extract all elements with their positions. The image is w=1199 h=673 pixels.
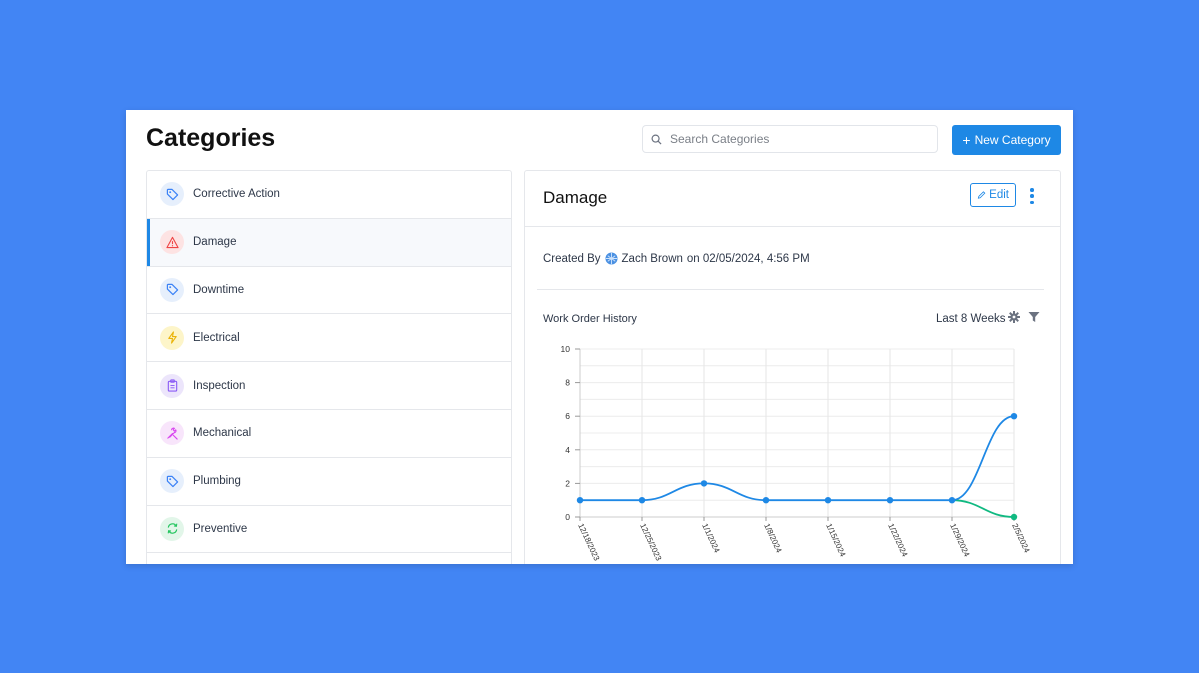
search-input[interactable]: [668, 131, 922, 147]
category-item[interactable]: Corrective Action: [147, 171, 511, 219]
category-item[interactable]: Plumbing: [147, 458, 511, 506]
y-tick-label: 0: [565, 512, 570, 522]
category-label: Electrical: [193, 331, 240, 344]
x-tick-label: 1/15/2024: [824, 522, 847, 559]
created-prefix: Created By: [543, 252, 601, 265]
data-point: [824, 497, 832, 504]
category-label: Downtime: [193, 283, 245, 296]
dot: [1030, 200, 1034, 204]
categories-window: Categories + New Category Corrective Act…: [126, 110, 1073, 564]
created-by-line: Created By Zach Brown on 02/05/2024, 4:5…: [543, 252, 810, 265]
x-tick-label: 2/5/2024: [1010, 522, 1032, 555]
new-category-button[interactable]: + New Category: [952, 125, 1061, 155]
category-item[interactable]: Mechanical: [147, 410, 511, 458]
y-tick-label: 8: [565, 378, 570, 388]
date-range-label[interactable]: Last 8 Weeks: [936, 313, 1005, 325]
data-point: [638, 497, 646, 504]
created-user[interactable]: Zach Brown: [622, 253, 683, 265]
data-point: [576, 497, 584, 504]
new-category-label: New Category: [974, 133, 1051, 147]
x-tick-label: 1/29/2024: [948, 522, 971, 559]
edit-button[interactable]: Edit: [970, 183, 1016, 207]
x-tick-label: 1/8/2024: [762, 522, 784, 555]
plus-icon: +: [962, 132, 971, 148]
wrench-icon: [160, 421, 184, 446]
category-item[interactable]: Downtime: [147, 267, 511, 315]
tag-icon: [160, 277, 184, 302]
pencil-icon: [977, 191, 986, 199]
search-icon: [651, 134, 662, 145]
series-line: [580, 415, 1015, 502]
dot: [1030, 188, 1034, 192]
x-tick-label: 1/22/2024: [886, 522, 909, 559]
data-point: [886, 497, 894, 504]
x-tick-label: 12/25/2023: [638, 522, 663, 563]
x-tick-label: 1/1/2024: [700, 522, 722, 555]
page-title: Categories: [146, 124, 276, 152]
category-label: Plumbing: [193, 475, 241, 488]
category-detail-panel: Damage Edit Created By Zach Brown on 02/…: [524, 170, 1061, 564]
category-item[interactable]: [147, 553, 511, 564]
series-line: [951, 499, 1015, 518]
detail-title: Damage: [543, 188, 608, 207]
y-tick-label: 10: [561, 344, 571, 354]
detail-header: Damage Edit: [525, 171, 1060, 227]
category-label: Damage: [193, 236, 237, 249]
user-avatar-icon[interactable]: [604, 252, 618, 265]
warning-icon: [160, 230, 184, 255]
category-label: Preventive: [193, 522, 248, 535]
more-options-button[interactable]: [1025, 185, 1039, 207]
category-item[interactable]: Preventive: [147, 506, 511, 554]
clipboard-icon: [160, 373, 184, 398]
data-point: [700, 480, 708, 487]
dot: [1030, 194, 1034, 198]
work-order-history-chart: 0 2 4 6 8 10 12/18/2023 12/25/2023 1/1/2024 1/8/2…: [561, 344, 1032, 563]
category-item[interactable]: Damage: [147, 218, 511, 267]
tag-icon: [160, 182, 184, 207]
edit-label: Edit: [989, 189, 1009, 201]
category-list: Corrective Action Damage Downtime Electrica…: [146, 170, 512, 564]
data-point: [948, 497, 956, 504]
gear-icon[interactable]: [1008, 311, 1020, 323]
data-point: [762, 497, 770, 504]
data-point: [1010, 513, 1018, 521]
filter-icon[interactable]: [1028, 311, 1040, 323]
created-suffix: on 02/05/2024, 4:56 PM: [686, 252, 810, 265]
y-tick-label: 6: [565, 411, 570, 421]
category-label: Mechanical: [193, 427, 252, 440]
category-label: Inspection: [193, 379, 246, 392]
y-tick-label: 2: [565, 478, 570, 488]
lightning-icon: [160, 325, 184, 350]
data-point: [1010, 413, 1018, 420]
tag-icon: [160, 469, 184, 494]
y-tick-label: 4: [565, 445, 570, 455]
divider: [537, 289, 1044, 290]
category-label: Corrective Action: [193, 188, 280, 201]
refresh-icon: [160, 516, 184, 541]
work-order-history-title: Work Order History: [543, 313, 637, 325]
x-tick-label: 12/18/2023: [576, 522, 601, 563]
category-item[interactable]: Inspection: [147, 362, 511, 410]
search-box[interactable]: [642, 125, 938, 153]
category-item[interactable]: Electrical: [147, 314, 511, 363]
